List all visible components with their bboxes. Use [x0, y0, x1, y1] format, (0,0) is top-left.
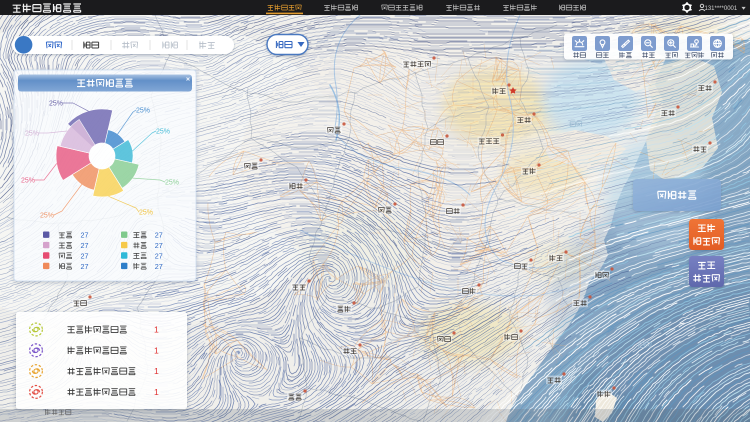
- svg-text:27: 27: [155, 252, 163, 261]
- svg-text:25%: 25%: [165, 180, 179, 187]
- svg-text:1: 1: [154, 325, 159, 335]
- svg-text:131****0001: 131****0001: [705, 6, 738, 12]
- svg-text:25%: 25%: [49, 101, 63, 108]
- svg-text:27: 27: [81, 241, 89, 250]
- svg-text:25%: 25%: [21, 178, 35, 185]
- svg-text:27: 27: [155, 262, 163, 271]
- svg-text:25%: 25%: [25, 131, 39, 138]
- svg-text:27: 27: [81, 262, 89, 271]
- svg-text:25%: 25%: [40, 213, 54, 220]
- svg-text:27: 27: [155, 241, 163, 250]
- svg-text:1: 1: [154, 387, 159, 397]
- svg-text:25%: 25%: [156, 129, 170, 136]
- svg-text:27: 27: [81, 231, 89, 240]
- svg-text:25%: 25%: [136, 108, 150, 115]
- svg-text:1: 1: [154, 345, 159, 355]
- svg-text:27: 27: [81, 252, 89, 261]
- svg-text:25%: 25%: [139, 210, 153, 217]
- svg-text:27: 27: [155, 231, 163, 240]
- svg-text:1: 1: [154, 366, 159, 376]
